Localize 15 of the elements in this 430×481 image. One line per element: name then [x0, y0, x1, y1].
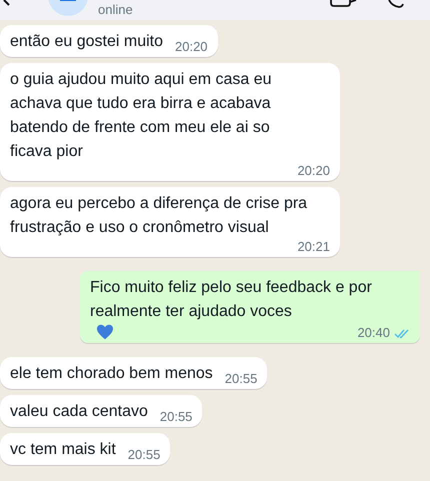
message-text: vc tem mais kit	[10, 440, 116, 460]
message-time: 20:40	[357, 326, 390, 340]
message-time: 20:55	[224, 372, 258, 386]
message-time: 20:20	[297, 164, 330, 178]
message-time: 20:55	[128, 448, 160, 462]
contact-status: online	[98, 2, 133, 19]
message-text: então eu gostei muito	[10, 32, 163, 52]
message-text: valeu cada centavo	[10, 402, 148, 422]
message-text: Fico muito feliz pelo seu feedback e por realmente ter ajudado voces	[90, 278, 373, 322]
message-text: agora eu percebo a diferença de crise pra frustração e uso o cronômetro visual	[10, 194, 308, 238]
message-time: 20:55	[160, 410, 192, 424]
message-time: 20:20	[175, 40, 208, 54]
message-time: 20:21	[297, 240, 330, 254]
message-text: ele tem chorado bem menos	[10, 364, 213, 384]
message-text: o guia ajudou muito aqui em casa eu achava que tudo era birra e acabava batendo de frente com meu ele ai so ficava pior	[10, 70, 273, 162]
